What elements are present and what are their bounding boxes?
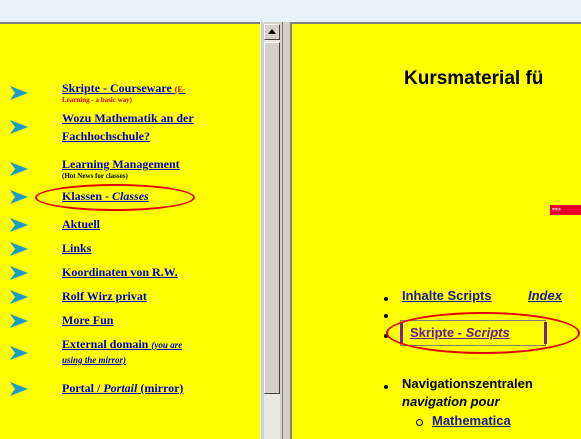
navigation-heading: Navigationszentralen bbox=[402, 376, 533, 391]
arrow-right-icon bbox=[10, 314, 28, 328]
arrow-right-icon bbox=[10, 218, 28, 232]
nav-note-hot-news: (Hot News for classes) bbox=[62, 172, 128, 180]
nav-link-skripte-courseware[interactable]: Skripte - Courseware (E- bbox=[62, 80, 185, 96]
nav-link-learning-management[interactable]: Learning Management bbox=[62, 156, 180, 172]
circle-bullet bbox=[416, 419, 423, 426]
scrollbar-thumb[interactable] bbox=[264, 42, 280, 394]
nav-link-klassen[interactable]: Klassen - Classes bbox=[62, 188, 149, 204]
left-scrollbar[interactable] bbox=[260, 22, 282, 439]
arrow-right-icon bbox=[10, 382, 28, 396]
skripte-bar-left bbox=[400, 322, 403, 344]
left-navigation-pane: Skripte - Courseware (E- Learning - a ba… bbox=[0, 22, 260, 439]
red-marker-text: ==> bbox=[552, 207, 561, 213]
arrow-right-icon bbox=[10, 120, 28, 134]
bullet bbox=[384, 385, 388, 389]
link-skripte-scripts[interactable]: Skripte - Scripts bbox=[410, 325, 510, 340]
skripte-bar-right bbox=[544, 322, 547, 344]
nav-link-links[interactable]: Links bbox=[62, 240, 91, 256]
arrow-right-icon bbox=[10, 86, 28, 100]
nav-link-external-domain[interactable]: External domain (you are bbox=[62, 336, 182, 353]
arrow-right-icon bbox=[10, 346, 28, 360]
nav-note-elearning: Learning - a basic way) bbox=[62, 96, 132, 104]
link-inhalte-scripts[interactable]: Inhalte Scripts bbox=[402, 288, 492, 303]
nav-link-koordinaten[interactable]: Koordinaten von R.W. bbox=[62, 264, 178, 280]
bullet bbox=[384, 334, 388, 338]
link-mathematica[interactable]: Mathematica bbox=[432, 413, 511, 428]
nav-link-mirror-note[interactable]: using the mirror) bbox=[62, 352, 126, 368]
arrow-right-icon bbox=[10, 266, 28, 280]
link-index[interactable]: Index bbox=[528, 288, 562, 303]
page-title: Kursmaterial fü bbox=[404, 68, 544, 89]
red-marker: ==> bbox=[550, 205, 581, 215]
bullet bbox=[384, 314, 388, 318]
arrow-right-icon bbox=[10, 290, 28, 304]
frame-divider[interactable] bbox=[282, 22, 290, 439]
arrow-right-icon bbox=[10, 162, 28, 176]
nav-link-fachhochschule[interactable]: Fachhochschule? bbox=[62, 128, 150, 144]
nav-link-rolf-wirz-privat[interactable]: Rolf Wirz privat bbox=[62, 288, 147, 304]
nav-link-aktuell[interactable]: Aktuell bbox=[62, 216, 100, 232]
arrow-up-icon bbox=[268, 29, 276, 34]
nav-link-portal[interactable]: Portal / Portail (mirror) bbox=[62, 380, 183, 396]
navigation-subheading: navigation pour bbox=[402, 394, 500, 409]
scroll-up-button[interactable] bbox=[264, 24, 280, 40]
bullet bbox=[384, 297, 388, 301]
right-content-pane: Kursmaterial fü ==> Inhalte Scripts Inde… bbox=[290, 22, 581, 439]
top-strip bbox=[0, 0, 581, 22]
nav-link-more-fun[interactable]: More Fun bbox=[62, 312, 113, 328]
nav-suffix: (E- bbox=[174, 85, 186, 94]
nav-link-wozu-mathematik[interactable]: Wozu Mathematik an der bbox=[62, 110, 194, 126]
left-frame: Skripte - Courseware (E- Learning - a ba… bbox=[0, 22, 282, 439]
arrow-right-icon bbox=[10, 242, 28, 256]
arrow-right-icon bbox=[10, 190, 28, 204]
